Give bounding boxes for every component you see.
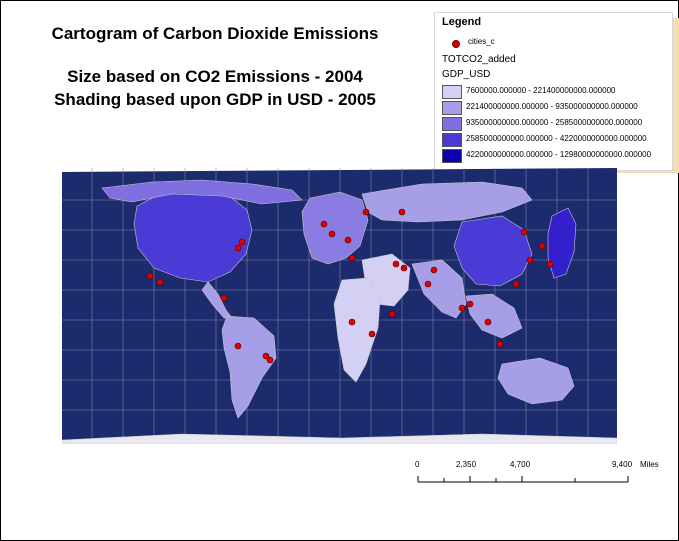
- legend-class-4: 2585000000000.000000 - 4220000000000.000…: [442, 133, 668, 147]
- scale-tick-0: 0: [415, 460, 420, 469]
- city-marker: [146, 272, 154, 280]
- scale-tick-2: 4,700: [510, 460, 531, 469]
- city-marker: [348, 254, 356, 262]
- legend-title: Legend: [442, 16, 482, 28]
- city-marker: [156, 278, 164, 286]
- scale-tick-1: 2,350: [456, 460, 477, 469]
- scale-bar-graphic: [417, 476, 629, 483]
- legend: Legend cities_c TOTCO2_added GDP_USD 760…: [434, 12, 673, 171]
- legend-class-label-1: 7600000.000000 - 221400000000.000000: [466, 86, 616, 95]
- legend-swatch-3: [442, 117, 462, 131]
- map-subtitle-size: Size based on CO2 Emissions - 2004: [67, 67, 363, 86]
- legend-field-name: GDP_USD: [442, 69, 491, 80]
- legend-class-label-5: 4220000000000.000000 - 12980000000000.00…: [466, 150, 652, 159]
- city-marker: [496, 340, 504, 348]
- legend-class-label-3: 935000000000.000000 - 2585000000000.0000…: [466, 118, 643, 127]
- city-marker: [398, 208, 406, 216]
- legend-swatch-2: [442, 101, 462, 115]
- legend-swatch-1: [442, 85, 462, 99]
- city-marker: [388, 310, 396, 318]
- city-marker: [392, 260, 400, 268]
- scale-tick-3: 9,400: [612, 460, 633, 469]
- map-title: Cartogram of Carbon Dioxide Emissions: [51, 24, 379, 43]
- city-symbol-icon: [452, 40, 460, 48]
- city-marker: [546, 260, 554, 268]
- map-subtitle-shading: Shading based upon GDP in USD - 2005: [54, 90, 376, 109]
- city-marker: [238, 238, 246, 246]
- city-marker: [344, 236, 352, 244]
- city-marker: [220, 294, 228, 302]
- city-marker: [512, 280, 520, 288]
- city-marker: [520, 228, 528, 236]
- city-marker: [234, 342, 242, 350]
- legend-class-3: 935000000000.000000 - 2585000000000.0000…: [442, 117, 668, 131]
- legend-class-1: 7600000.000000 - 221400000000.000000: [442, 85, 668, 99]
- scale-unit: Miles: [640, 460, 659, 469]
- legend-class-label-4: 2585000000000.000000 - 4220000000000.000…: [466, 134, 647, 143]
- legend-swatch-5: [442, 149, 462, 163]
- legend-layer-name: TOTCO2_added: [442, 54, 516, 65]
- city-marker: [320, 220, 328, 228]
- city-marker: [328, 230, 336, 238]
- city-marker: [234, 244, 242, 252]
- city-marker: [348, 318, 356, 326]
- cartogram-map: [62, 168, 617, 444]
- scale-bar: 0 2,350 4,700 9,400 Miles: [400, 460, 670, 500]
- city-marker: [526, 256, 534, 264]
- city-marker: [458, 304, 466, 312]
- legend-class-label-2: 221400000000.000000 - 935000000000.00000…: [466, 102, 638, 111]
- city-marker: [466, 300, 474, 308]
- city-marker: [484, 318, 492, 326]
- city-marker: [266, 356, 274, 364]
- legend-cities-label: cities_c: [468, 37, 495, 46]
- city-marker: [424, 280, 432, 288]
- legend-class-5: 4220000000000.000000 - 12980000000000.00…: [442, 149, 668, 163]
- city-marker: [430, 266, 438, 274]
- city-marker: [368, 330, 376, 338]
- legend-class-2: 221400000000.000000 - 935000000000.00000…: [442, 101, 668, 115]
- city-marker: [538, 242, 546, 250]
- legend-swatch-4: [442, 133, 462, 147]
- city-marker: [400, 264, 408, 272]
- city-marker: [362, 208, 370, 216]
